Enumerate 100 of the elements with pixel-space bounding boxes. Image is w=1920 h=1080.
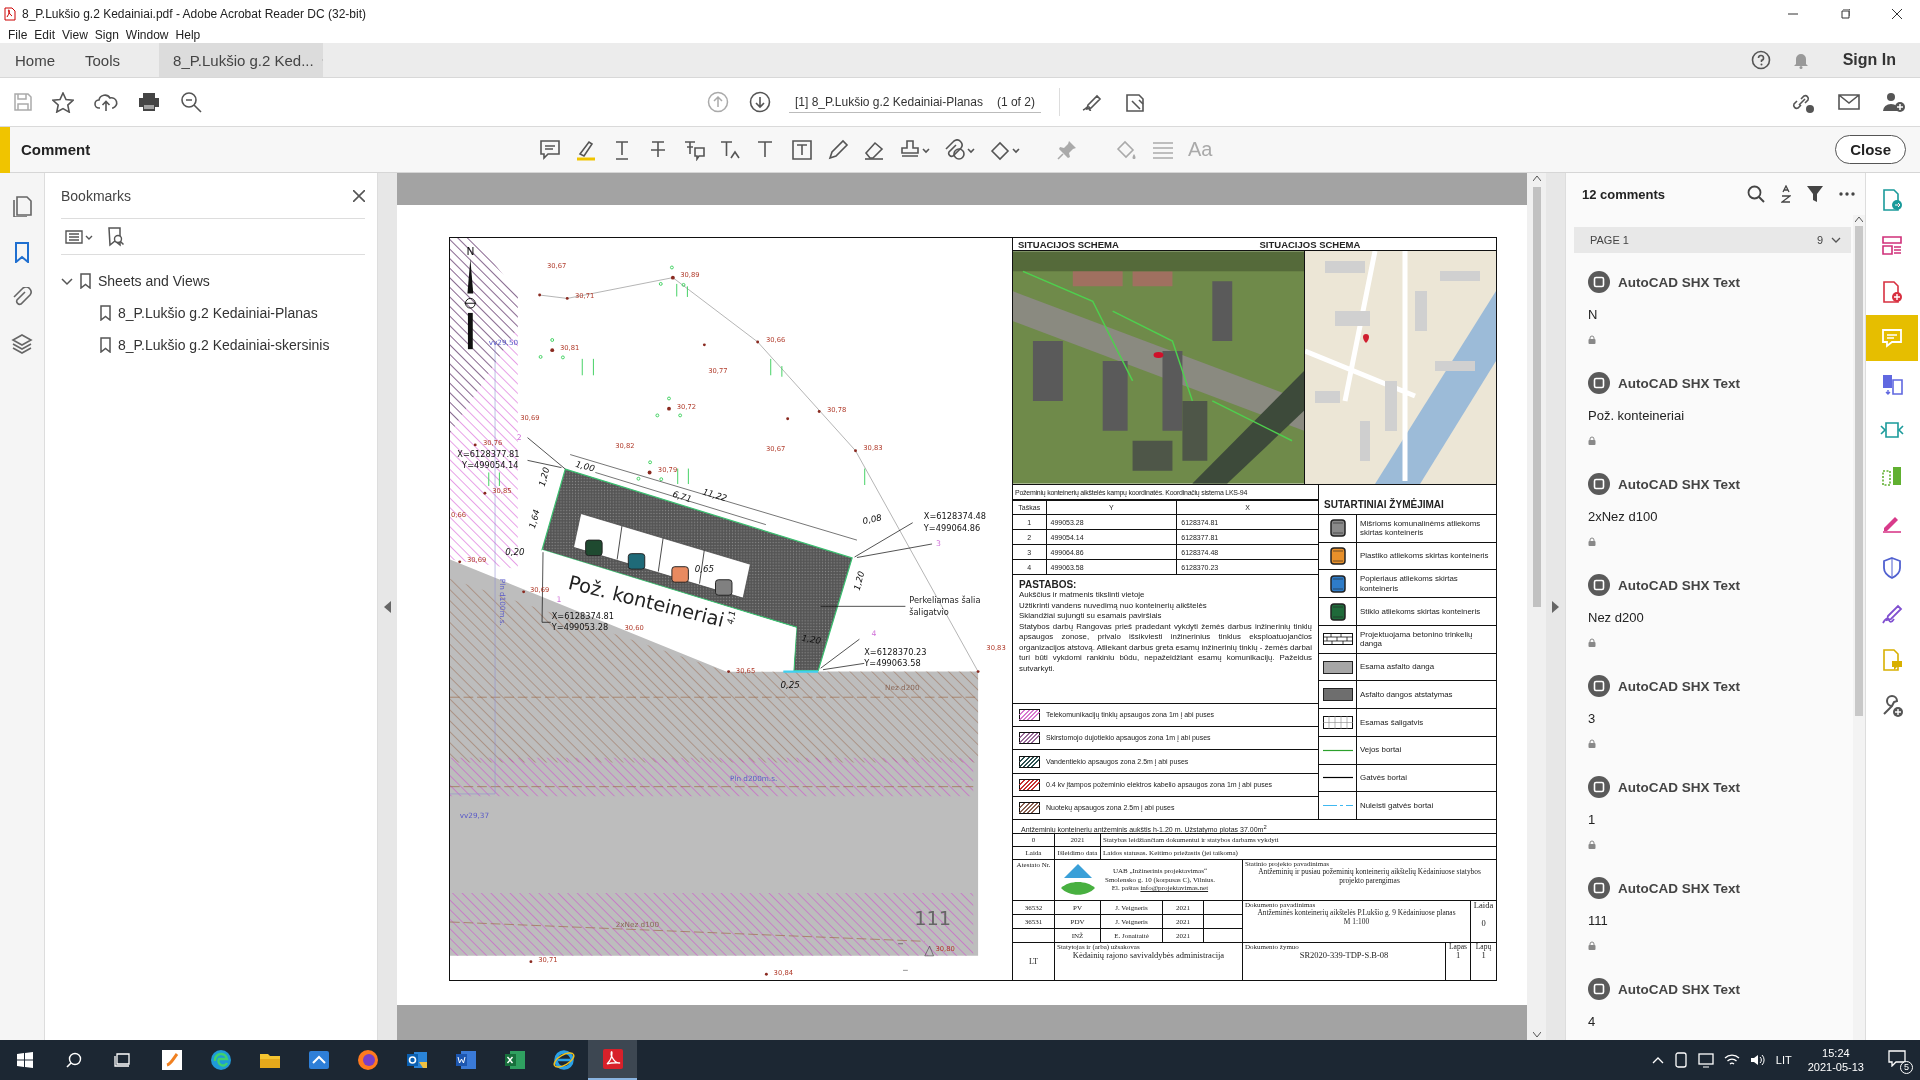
- coordinate-label: Y=499054.14: [462, 459, 519, 470]
- scrollbar[interactable]: [1853, 215, 1865, 1040]
- scroll-thumb[interactable]: [1855, 226, 1863, 716]
- scrollbar[interactable]: [1527, 173, 1546, 1040]
- menu-item[interactable]: File: [6, 28, 33, 43]
- scroll-thumb[interactable]: [1532, 187, 1541, 607]
- comment-count: 12 comments: [1582, 186, 1667, 202]
- filter-icon[interactable]: [1807, 185, 1823, 203]
- print-icon[interactable]: [138, 92, 160, 112]
- coordinate-label: Y=499053.28: [551, 622, 609, 633]
- sign-in-link[interactable]: Sign In: [1842, 51, 1896, 69]
- layers-icon[interactable]: [11, 333, 33, 355]
- menu-item[interactable]: Edit: [32, 28, 61, 43]
- arrow-down-icon[interactable]: [749, 91, 771, 113]
- dimension-label: 0,65: [694, 563, 715, 574]
- list-options-icon[interactable]: [65, 228, 93, 245]
- bookmark-item[interactable]: Sheets and Views: [98, 273, 210, 289]
- highlighter-icon[interactable]: [575, 138, 597, 161]
- menu-item[interactable]: Window: [123, 28, 174, 43]
- coordinate-label: Y=499063.58: [864, 657, 921, 668]
- bookmark-icon: [79, 273, 92, 289]
- edition-number: 0: [1480, 918, 1487, 927]
- dimension-label: 0,08: [861, 512, 883, 527]
- insert-text-icon[interactable]: [719, 138, 741, 161]
- scroll-up-icon[interactable]: [1532, 176, 1541, 181]
- attach-icon[interactable]: [944, 138, 975, 161]
- bookmark-search-icon[interactable]: [107, 226, 125, 247]
- notification-icon: [1888, 1049, 1906, 1067]
- page-group-header[interactable]: PAGE 1 9: [1574, 227, 1851, 253]
- tab[interactable]: 8_P.Lukšio g.2 Ked...: [159, 43, 324, 77]
- close-icon[interactable]: [353, 189, 365, 202]
- sticky-note-icon[interactable]: [539, 138, 561, 161]
- menu-item[interactable]: View: [60, 28, 93, 43]
- coordinate-label: X=6128370.23: [864, 646, 927, 657]
- task-view-icon[interactable]: [113, 1052, 132, 1068]
- chevron-up-icon[interactable]: [1651, 1056, 1664, 1064]
- cloud-upload-icon[interactable]: [94, 92, 118, 112]
- monitor-icon[interactable]: [1697, 1052, 1714, 1068]
- client-name: Kėdainių rajono savivaldybės administracija: [1071, 951, 1226, 959]
- star-icon[interactable]: [52, 91, 74, 113]
- mail-icon[interactable]: [1838, 93, 1860, 111]
- map-title: SITUACIJOS SCHEMA: [1017, 238, 1120, 250]
- comment-author[interactable]: AutoCAD SHX Text: [1618, 880, 1740, 896]
- country-code: LT: [1013, 943, 1055, 980]
- add-user-icon[interactable]: [1882, 91, 1906, 113]
- toolbar-title: Comment: [20, 141, 92, 158]
- scroll-down-icon[interactable]: [1532, 1032, 1541, 1037]
- sheet-number: 1: [1455, 951, 1461, 959]
- chevron-icon[interactable]: [61, 275, 73, 287]
- speaker-icon[interactable]: [1749, 1053, 1766, 1067]
- bookmark-item[interactable]: 8_P.Lukšio g.2 Kedainiai-Planas: [118, 305, 318, 321]
- annotation-icon: [1588, 271, 1610, 293]
- annotation-icon: [1588, 372, 1610, 394]
- language-indicator[interactable]: LIT: [1775, 1054, 1792, 1066]
- comment-author[interactable]: AutoCAD SHX Text: [1618, 274, 1740, 290]
- collapse-arrow-icon[interactable]: [384, 600, 391, 613]
- comment-author[interactable]: AutoCAD SHX Text: [1618, 678, 1740, 694]
- search-icon[interactable]: [1747, 185, 1765, 203]
- dimension-label: 6,71: [671, 488, 693, 505]
- accent-bar: [0, 126, 10, 173]
- tab[interactable]: Tools: [70, 43, 136, 77]
- callout-label: Perkeliamas šalia: [909, 595, 981, 606]
- expand-arrow-icon[interactable]: [1552, 600, 1559, 613]
- annotation-icon: [1588, 877, 1610, 899]
- scroll-up-icon[interactable]: [1855, 217, 1863, 222]
- comment-author[interactable]: AutoCAD SHX Text: [1618, 779, 1740, 795]
- field-label: Laida: [1472, 901, 1495, 909]
- table-cell: [1204, 915, 1243, 929]
- notification-button[interactable]: 5: [1888, 1049, 1910, 1071]
- close-button[interactable]: Close: [1835, 135, 1906, 164]
- comment-author[interactable]: AutoCAD SHX Text: [1618, 375, 1740, 391]
- sidewalk-symbol: [1322, 716, 1353, 729]
- clock[interactable]: 15:24 2021-05-13: [1807, 1046, 1864, 1074]
- sort-icon[interactable]: [1781, 185, 1791, 203]
- device-icon[interactable]: [1673, 1052, 1688, 1068]
- textbox-icon[interactable]: [791, 138, 813, 161]
- comment-author[interactable]: AutoCAD SHX Text: [1618, 981, 1740, 997]
- coordinate-label: X=6128377.81: [457, 449, 520, 459]
- zoom-icon[interactable]: [180, 91, 202, 113]
- more-icon[interactable]: [1839, 192, 1855, 196]
- pencil-icon[interactable]: [827, 138, 849, 161]
- menu-item[interactable]: Help: [173, 28, 206, 43]
- tab[interactable]: Home: [0, 43, 70, 77]
- company-logo: [1059, 863, 1097, 897]
- page-number-field[interactable]: [1] 8_P.Lukšio g.2 Kedainiai-Planas (1 of 2): [789, 91, 1041, 113]
- wifi-icon[interactable]: [1723, 1053, 1740, 1067]
- close-icon[interactable]: [1892, 9, 1902, 19]
- coordinate-label: Y=499064.86: [923, 522, 981, 533]
- windows-start-icon[interactable]: [16, 1052, 33, 1068]
- pages-icon[interactable]: [11, 195, 33, 217]
- comment-text: Pož. konteineriai: [1588, 408, 1686, 423]
- comment-author[interactable]: AutoCAD SHX Text: [1618, 577, 1740, 593]
- dimension-label: 4,1: [725, 609, 738, 626]
- replace-text-icon[interactable]: [683, 138, 705, 161]
- search-icon[interactable]: [65, 1052, 82, 1068]
- help-icon[interactable]: [1750, 50, 1771, 70]
- restore-icon[interactable]: [1840, 9, 1850, 19]
- comment-author[interactable]: AutoCAD SHX Text: [1618, 476, 1740, 492]
- bookmark-item[interactable]: 8_P.Lukšio g.2 Kedainiai-skersinis: [118, 337, 330, 353]
- menu-item[interactable]: Sign: [92, 28, 124, 43]
